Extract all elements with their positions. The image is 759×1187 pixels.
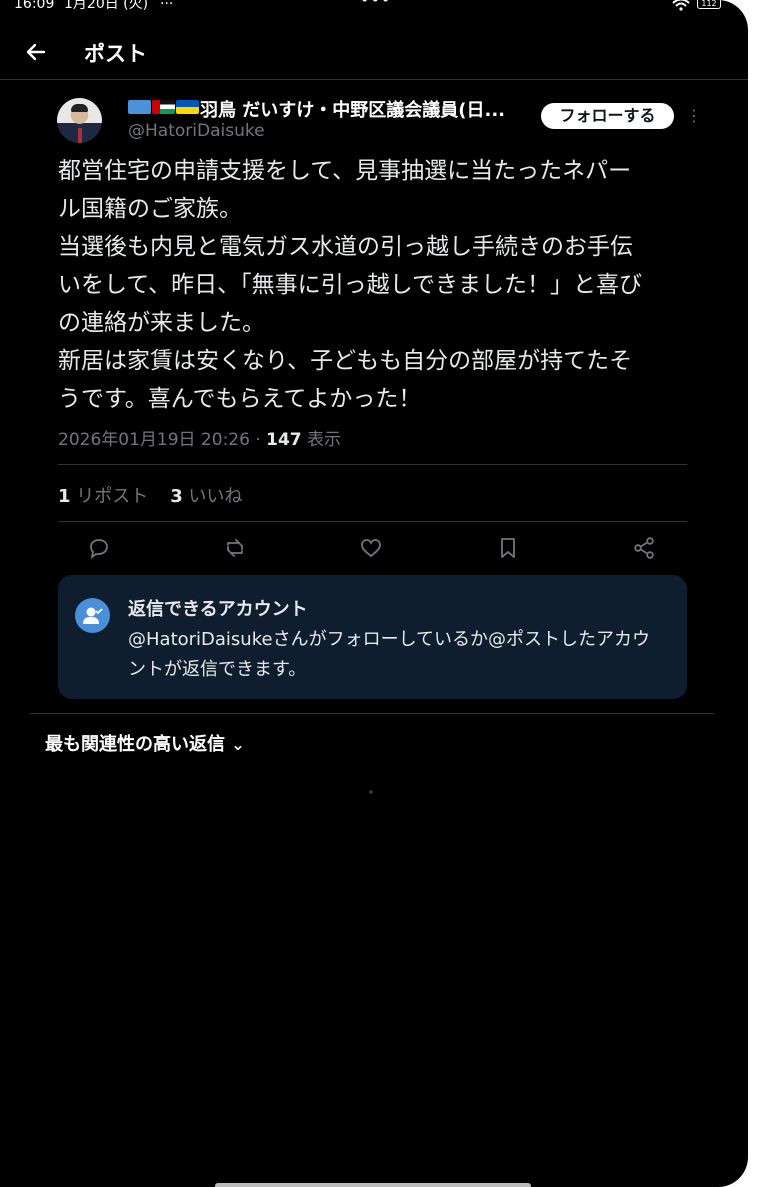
like-count: 3 — [170, 486, 183, 507]
bookmark-button[interactable] — [496, 536, 522, 562]
back-arrow-icon — [26, 43, 46, 61]
top-header: ポスト — [0, 28, 748, 80]
divider — [30, 713, 714, 714]
view-count: 147 — [266, 430, 302, 450]
like-button[interactable] — [359, 536, 385, 562]
status-bar: 16:09 1月20日 (火) ··· ••• 112 — [0, 0, 748, 14]
reply-restriction-desc: @HatoriDaisukeさんがフォローしているか@ポストしたアカウントが返信… — [128, 629, 651, 680]
author-display-name[interactable]: 羽鳥 だいすけ・中野区議会議員(日... — [200, 96, 525, 122]
divider — [58, 521, 687, 522]
status-notifications: ··· — [160, 0, 174, 12]
chevron-down-icon: ⌄ — [231, 735, 245, 754]
post-meta: 2026年01月19日 20:26 · 147 表示 — [58, 425, 341, 450]
repost-label: リポスト — [76, 486, 149, 507]
repost-stat[interactable]: 1 リポスト — [58, 486, 148, 507]
like-label: いいね — [188, 486, 243, 507]
battery-icon: 112 — [697, 0, 721, 9]
post-line: いをして、昨日、「無事に引っ越しできました！」と喜び — [58, 272, 642, 298]
replies-sort-label: 最も関連性の高い返信 — [45, 734, 225, 755]
home-indicator[interactable] — [215, 1183, 531, 1187]
wifi-icon — [672, 0, 690, 14]
page-title: ポスト — [84, 42, 147, 66]
like-icon — [361, 539, 381, 558]
name-flags — [128, 100, 199, 116]
author-handle[interactable]: @HatoriDaisuke — [128, 121, 265, 141]
ukraine-flag-icon — [176, 100, 199, 114]
post-line: うです。喜んでもらえてよかった！ — [58, 386, 422, 412]
multitask-dots[interactable]: ••• — [360, 0, 391, 8]
status-date: 1月20日 (火) — [64, 0, 149, 12]
back-button[interactable] — [22, 38, 50, 66]
post-line: 当選後も内見と電気ガス水道の引っ越し手続きのお手伝 — [58, 234, 633, 260]
repost-button[interactable] — [223, 536, 249, 562]
palestine-flag-icon — [152, 100, 175, 114]
avatar[interactable] — [57, 98, 102, 143]
follow-button[interactable]: フォローする — [541, 103, 674, 129]
share-icon — [634, 537, 654, 559]
action-bar — [0, 536, 748, 562]
divider — [58, 464, 687, 465]
views-label: 表示 — [301, 430, 342, 450]
repost-icon — [227, 539, 243, 557]
reply-restriction-title: 返信できるアカウント — [128, 599, 308, 620]
replies-sort-dropdown[interactable]: 最も関連性の高い返信 ⌄ — [45, 730, 245, 756]
reply-button[interactable] — [87, 536, 113, 562]
post-line: ル国籍のご家族。 — [58, 196, 242, 222]
repost-count: 1 — [58, 486, 71, 507]
share-button[interactable] — [632, 536, 658, 562]
post-line: の連絡が来ました。 — [58, 310, 265, 336]
post-line: 都営住宅の申請支援をして、見事抽選に当たったネパー — [58, 158, 632, 184]
reply-icon — [90, 539, 108, 560]
post-datetime[interactable]: 2026年01月19日 20:26 · — [58, 430, 266, 450]
bookmark-icon — [501, 538, 515, 558]
post-stats: 1 リポスト 3 いいね — [58, 482, 243, 508]
device-screen: 16:09 1月20日 (火) ··· ••• 112 ポスト 羽鳥 だいすけ・… — [0, 0, 748, 1187]
un-flag-icon — [128, 100, 151, 114]
like-stat[interactable]: 3 いいね — [170, 486, 242, 507]
reply-restriction-card: 返信できるアカウント @HatoriDaisukeさんがフォローしているか@ポス… — [58, 575, 687, 699]
status-time: 16:09 — [14, 0, 55, 12]
user-check-icon — [75, 598, 110, 633]
more-options-icon[interactable]: ⋮ — [686, 106, 702, 125]
post-text: 都営住宅の申請支援をして、見事抽選に当たったネパー ル国籍のご家族。 当選後も内… — [58, 152, 698, 418]
post-line: 新居は家賃は安くなり、子どもも自分の部屋が持てたそ — [58, 348, 633, 374]
loading-indicator — [369, 790, 373, 794]
